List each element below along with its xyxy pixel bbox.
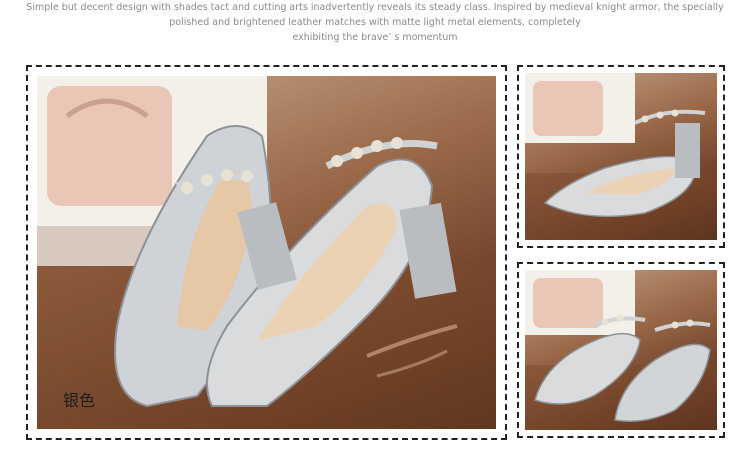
description-line-2: polished and brightened leather matches … [169,17,581,28]
shoe-illustration [37,76,496,429]
main-photo-frame: 银色 [26,65,507,440]
shoe-illustration-top [525,73,717,240]
main-product-photo: 银色 [37,76,496,429]
side-product-photo-top [525,73,717,240]
product-description: Simple but decent design with shades tac… [0,0,750,45]
color-caption: 银色 [63,391,96,410]
side-photo-frame-top [517,65,725,248]
side-photo-frame-bottom [517,262,725,438]
shoe-illustration-bottom [525,270,717,430]
description-line-1: Simple but decent design with shades tac… [26,2,724,13]
description-line-3: exhibiting the brave’ s momentum [292,32,458,43]
side-product-photo-bottom [525,270,717,430]
